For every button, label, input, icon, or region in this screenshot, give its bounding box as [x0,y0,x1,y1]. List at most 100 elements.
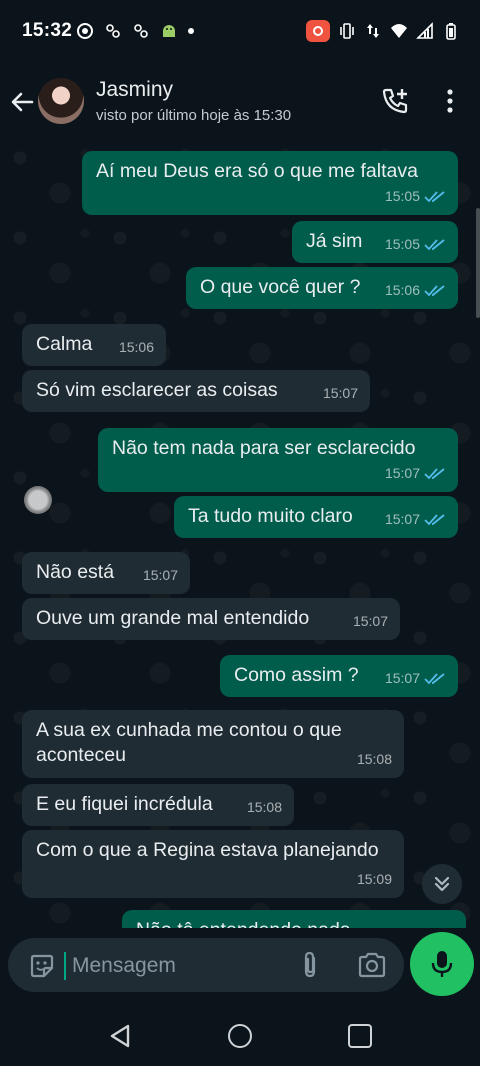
message-meta: 15:05 [385,184,446,209]
message-bubble-outgoing[interactable]: Não tô entendendo nada [122,910,466,928]
notification-dot [188,28,194,34]
camera-icon[interactable] [356,950,388,980]
message-meta: 15:07 [323,381,358,406]
app-icon-1 [106,24,120,38]
message-text: Não tem nada para ser esclarecido [112,437,416,459]
scroll-to-bottom-button[interactable] [422,864,462,904]
android-icon [163,25,175,37]
message-text: Não tô entendendo nada [136,919,351,928]
message-bubble-outgoing[interactable]: Não tem nada para ser esclarecido 15:07 [98,428,458,492]
sticker-icon[interactable] [28,952,56,980]
wifi-icon [391,24,407,38]
message-meta: 15:06 [119,335,154,360]
message-meta: 15:07 [385,666,446,691]
mic-icon [431,951,453,977]
message-time: 15:08 [356,751,392,767]
chat-header: Jasminy visto por último hoje às 15:30 [0,64,480,138]
message-meta: 15:08 [247,795,282,820]
double-check-icon [424,284,445,296]
message-meta: 15:07 [143,563,178,588]
message-meta: 15:09 [357,867,392,892]
message-bubble-incoming[interactable]: Com o que a Regina estava planejando 15:… [22,830,404,898]
system-nav-bar [0,1004,480,1066]
avatar[interactable] [38,78,84,124]
message-time: 15:07 [352,613,388,629]
signal-icon [416,22,433,39]
message-time: 15:05 [384,236,420,252]
double-check-icon [424,672,445,684]
message-bubble-incoming[interactable]: Não está 15:07 [22,552,190,594]
focus-icon [77,23,93,39]
message-meta: 15:07 [385,461,446,486]
message-text: Só vim esclarecer as coisas [36,379,278,401]
message-time: 15:06 [118,339,154,355]
message-bubble-outgoing[interactable]: Ta tudo muito claro 15:07 [174,496,458,538]
add-call-icon[interactable] [380,86,410,116]
scrollbar[interactable] [476,208,480,318]
mic-button[interactable] [410,932,474,996]
message-meta: 15:08 [357,747,392,772]
message-input-pill[interactable] [8,938,404,992]
double-check-icon [424,467,445,479]
data-arrows-icon [367,24,379,38]
attach-icon[interactable] [296,950,324,980]
message-bubble-incoming[interactable]: Só vim esclarecer as coisas 15:07 [22,370,370,412]
screen-record-icon [306,20,330,42]
contact-status: visto por último hoje às 15:30 [96,107,292,124]
message-meta: 15:06 [385,278,446,303]
message-meta: 15:07 [385,507,446,532]
status-time: 15:32 [22,20,73,41]
message-meta: 15:07 [353,609,388,634]
message-text: Como assim ? [234,664,359,686]
message-time: 15:06 [384,282,420,298]
status-bar: 15:32 [0,0,480,64]
app-icon-2 [134,24,148,38]
message-bubble-outgoing[interactable]: Já sim 15:05 [292,221,458,263]
floating-touch-indicator [24,486,52,514]
message-time: 15:07 [142,567,178,583]
text-cursor [64,952,66,980]
message-text: Com o que a Regina estava planejando [36,839,379,861]
double-chevron-down-icon [434,876,450,892]
back-arrow-icon[interactable] [8,88,36,116]
message-time: 15:05 [384,188,420,204]
message-time: 15:08 [246,799,282,815]
double-check-icon [424,513,445,525]
message-bubble-incoming[interactable]: E eu fiquei incrédula 15:08 [22,784,294,826]
message-text: Ta tudo muito claro [188,505,353,527]
message-composer [0,928,480,1004]
message-time: 15:07 [384,670,420,686]
message-text: Aí meu Deus era só o que me faltava [96,160,418,182]
message-time: 15:07 [384,465,420,481]
message-meta: 15:05 [385,232,446,257]
message-bubble-incoming[interactable]: Calma 15:06 [22,324,166,366]
message-text: Já sim [306,230,363,252]
nav-recents-icon[interactable] [348,1024,372,1048]
message-bubble-incoming[interactable]: Ouve um grande mal entendido 15:07 [22,598,400,640]
message-bubble-outgoing[interactable]: Aí meu Deus era só o que me faltava 15:0… [82,151,458,215]
message-time: 15:09 [356,871,392,887]
message-text: Não está [36,561,115,583]
status-icons-left [76,22,194,40]
message-bubble-incoming[interactable]: A sua ex cunhada me contou o que acontec… [22,710,404,778]
status-icons-right [306,20,460,42]
message-bubble-outgoing[interactable]: Como assim ? 15:07 [220,655,458,697]
battery-icon [446,23,456,40]
contact-name[interactable]: Jasminy [96,78,173,102]
message-time: 15:07 [384,511,420,527]
vibrate-icon [340,23,354,39]
message-bubble-outgoing[interactable]: O que você quer ? 15:06 [186,267,458,309]
double-check-icon [424,190,445,202]
message-text: A sua ex cunhada me contou o que acontec… [36,719,342,766]
message-text: O que você quer ? [200,276,361,298]
message-time: 15:07 [322,385,358,401]
nav-home-icon[interactable] [228,1024,252,1048]
message-text: Calma [36,333,93,355]
more-vert-icon[interactable] [440,86,460,116]
message-text: Ouve um grande mal entendido [36,607,310,629]
chat-area[interactable]: Aí meu Deus era só o que me faltava 15:0… [0,138,480,928]
message-text: E eu fiquei incrédula [36,793,213,815]
message-input[interactable] [70,950,284,982]
nav-back-icon[interactable] [106,1022,134,1050]
double-check-icon [424,238,445,250]
